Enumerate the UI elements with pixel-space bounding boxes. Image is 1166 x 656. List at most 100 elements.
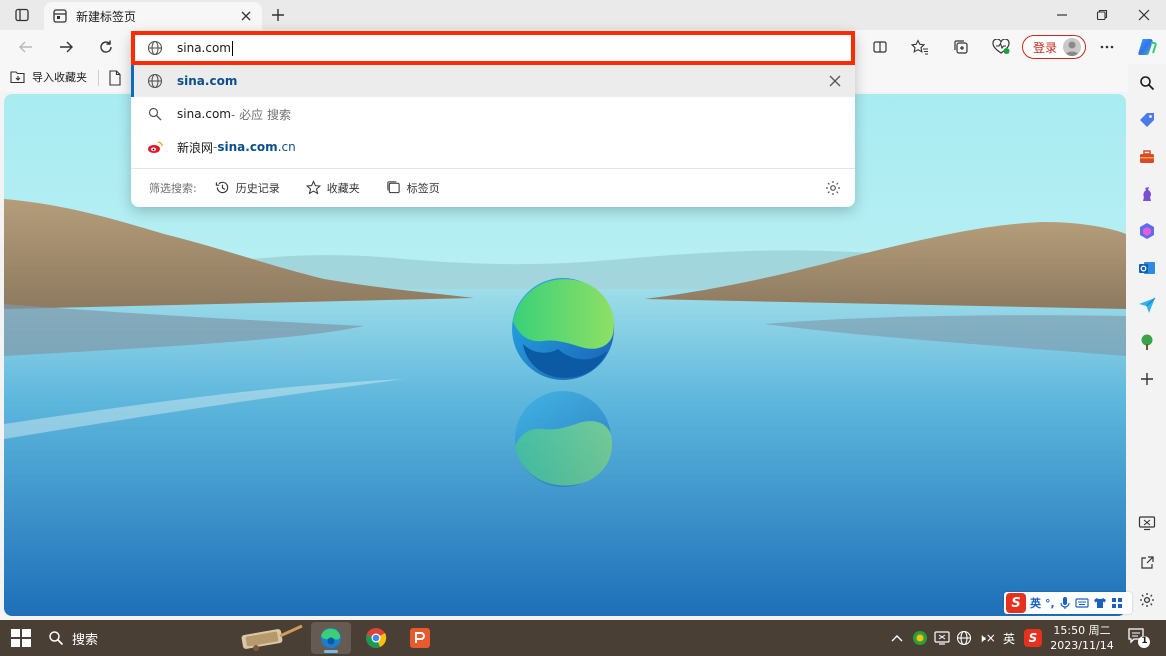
close-icon [829, 75, 841, 87]
sidebar-search-button[interactable] [1136, 72, 1158, 94]
wps-presentation-icon [410, 628, 430, 648]
sidebar-shopping-button[interactable] [1136, 109, 1158, 131]
new-tab-page-icon [53, 9, 67, 23]
restore-button[interactable] [1082, 0, 1122, 30]
login-button[interactable]: 登录 [1022, 35, 1086, 59]
copilot-icon [1138, 39, 1157, 55]
tray-network[interactable] [954, 628, 974, 648]
remove-suggestion-button[interactable] [827, 73, 843, 89]
filter-favorites-button[interactable]: 收藏夹 [305, 180, 360, 196]
suggestion-search[interactable]: sina.com - 必应 搜索 [131, 98, 855, 130]
refresh-button[interactable] [92, 34, 120, 60]
tray-volume[interactable]: 🕨× [976, 628, 998, 648]
window-close-button[interactable] [1124, 0, 1164, 30]
taskbar-edge-app[interactable] [311, 622, 351, 654]
forward-button[interactable] [52, 34, 80, 60]
tray-app-1[interactable] [910, 628, 930, 648]
tray-sogou[interactable]: S [1022, 628, 1044, 648]
history-icon [215, 181, 228, 194]
restore-icon [1096, 9, 1108, 21]
text-caret [232, 40, 233, 56]
sidebar-add-button[interactable] [1136, 368, 1158, 390]
plus-icon [1141, 373, 1153, 385]
outlook-icon [1139, 262, 1155, 274]
tab-close-button[interactable] [238, 8, 254, 24]
back-button[interactable] [12, 34, 40, 60]
sogou-logo-icon: S [1024, 629, 1042, 647]
sidebar-open-external-button[interactable] [1136, 552, 1158, 574]
avatar [1063, 38, 1081, 56]
more-icon [1100, 45, 1114, 49]
sidebar-outlook-button[interactable] [1136, 257, 1158, 279]
tree-icon [1141, 334, 1153, 350]
tray-input-language[interactable]: 英 [1000, 628, 1018, 648]
filter-history-label: 历史记录 [235, 181, 280, 195]
address-bar[interactable]: sina.com [131, 31, 855, 65]
copilot-button[interactable] [1133, 34, 1161, 60]
grid-icon[interactable] [1111, 597, 1123, 609]
microphone-icon[interactable] [1059, 596, 1071, 610]
keyboard-icon[interactable] [1075, 597, 1089, 609]
sidebar-m365-button[interactable] [1136, 220, 1158, 242]
ime-language-toggle[interactable]: 英 [1030, 595, 1041, 611]
import-favorites-button[interactable]: 导入收藏夹 [10, 69, 87, 85]
import-favorites-label: 导入收藏夹 [32, 71, 87, 84]
external-link-icon [1141, 556, 1154, 569]
sidebar-screenshot-button[interactable] [1136, 512, 1158, 534]
address-input-value[interactable]: sina.com [177, 41, 231, 55]
tab-actions-button[interactable] [8, 4, 36, 26]
toolbox-icon [1140, 150, 1154, 163]
filter-tabs-button[interactable]: 标签页 [386, 180, 440, 196]
favorites-divider [98, 70, 99, 86]
tray-overflow-button[interactable] [888, 628, 906, 648]
taskbar-clock[interactable]: 15:50 周二 2023/11/14 [1050, 623, 1114, 653]
tray-app-2[interactable] [932, 628, 952, 648]
taskbar-search[interactable]: 搜索 [48, 626, 98, 650]
filter-label: 筛选搜索: [149, 181, 197, 195]
taskbar-powerpoint-app[interactable] [400, 622, 440, 654]
settings-and-more-button[interactable] [1093, 34, 1121, 60]
collections-button[interactable] [947, 34, 975, 60]
minimize-button[interactable] [1042, 0, 1082, 30]
browser-essentials-button[interactable] [987, 34, 1015, 60]
tab-title: 新建标签页 [76, 9, 137, 24]
chrome-icon [366, 628, 387, 648]
sidebar-tools-button[interactable] [1136, 146, 1158, 168]
globe-icon [956, 630, 972, 646]
page-icon [109, 70, 121, 86]
tag-icon [1140, 113, 1154, 127]
globe-icon [147, 73, 163, 89]
filter-history-button[interactable]: 历史记录 [215, 180, 280, 196]
tab-new-tab[interactable]: 新建标签页 [44, 2, 262, 30]
notification-center-button[interactable]: 1 [1126, 626, 1152, 650]
shirt-icon[interactable] [1093, 597, 1107, 609]
split-screen-button[interactable] [866, 34, 894, 60]
chevron-up-icon [891, 635, 903, 642]
suggestion-site-domain-tld: .cn [277, 140, 296, 154]
suggestion-site-domain: sina.com [217, 140, 278, 154]
taskbar: 搜索 🕨× 英 S 15:50 周二 2023/11/14 1 [0, 620, 1166, 656]
filter-favorites-label: 收藏夹 [326, 181, 360, 195]
ime-punctuation-toggle[interactable]: °, [1045, 597, 1055, 610]
taskbar-chrome-app[interactable] [356, 622, 396, 654]
sidebar [1128, 64, 1166, 620]
sidebar-games-button[interactable] [1136, 183, 1158, 205]
new-tab-button[interactable] [266, 4, 290, 26]
sidebar-tree-button[interactable] [1136, 331, 1158, 353]
sidebar-drop-button[interactable] [1136, 294, 1158, 316]
sogou-logo-icon[interactable]: S [1006, 593, 1026, 613]
filter-tabs-label: 标签页 [406, 181, 440, 195]
edge-icon [321, 628, 341, 648]
windows-start-icon[interactable] [10, 628, 32, 648]
close-icon [241, 11, 251, 21]
suggestion-url[interactable]: sina.com [131, 65, 855, 97]
gear-icon [1140, 593, 1154, 607]
title-bar: 新建标签页 [0, 0, 1166, 30]
gear-icon[interactable] [825, 180, 841, 196]
star-list-icon [911, 39, 928, 55]
microsoft365-icon [1140, 223, 1154, 239]
sidebar-settings-button[interactable] [1136, 589, 1158, 611]
favorites-button[interactable] [906, 34, 934, 60]
favorite-page-item[interactable] [108, 70, 124, 86]
suggestion-site[interactable]: 新浪网 - sina.com .cn [131, 131, 855, 163]
